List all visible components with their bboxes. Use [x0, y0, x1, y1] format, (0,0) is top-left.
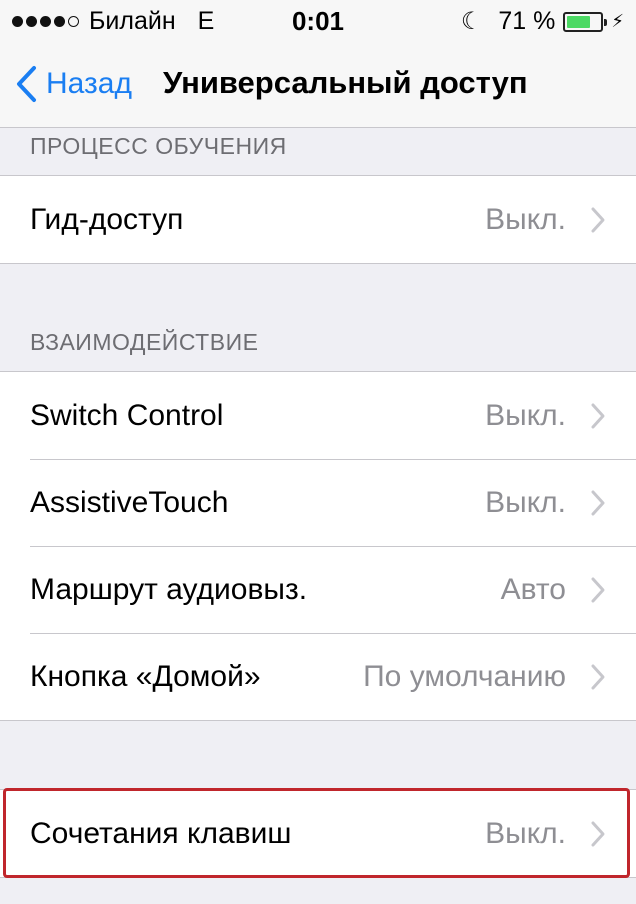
navigation-bar: Назад Универсальный доступ — [0, 42, 636, 128]
group-shortcuts: Сочетания клавиш Выкл. — [0, 789, 636, 878]
chevron-left-icon — [17, 66, 36, 102]
settings-row-call-audio-routing[interactable]: Маршрут аудиовыз. Авто — [0, 546, 636, 633]
status-right: ☾ 71 % ⚡ — [461, 7, 624, 36]
row-label: Кнопка «Домой» — [30, 659, 261, 693]
charging-bolt-icon: ⚡ — [611, 11, 624, 31]
battery-icon — [563, 11, 608, 32]
row-label: Switch Control — [30, 398, 224, 432]
chevron-right-icon — [591, 490, 605, 515]
row-label: Маршрут аудиовыз. — [30, 572, 308, 606]
row-value: Авто — [500, 572, 566, 606]
back-button-label: Назад — [46, 67, 132, 100]
section-header-learning: ПРОЦЕСС ОБУЧЕНИЯ — [30, 133, 287, 159]
chevron-right-icon — [591, 821, 605, 846]
chevron-right-icon — [591, 403, 605, 428]
settings-row-keyboard-shortcuts[interactable]: Сочетания клавиш Выкл. — [0, 790, 636, 877]
group-learning: Гид-доступ Выкл. — [0, 175, 636, 264]
row-value: Выкл. — [485, 485, 566, 519]
settings-row-guided-access[interactable]: Гид-доступ Выкл. — [0, 176, 636, 263]
row-value: Выкл. — [485, 398, 566, 432]
row-value: Выкл. — [485, 202, 566, 236]
settings-row-assistivetouch[interactable]: AssistiveTouch Выкл. — [0, 459, 636, 546]
settings-row-switch-control[interactable]: Switch Control Выкл. — [0, 372, 636, 459]
moon-icon: ☾ — [460, 8, 483, 35]
battery-percent: 71 % — [498, 7, 556, 35]
settings-row-home-button[interactable]: Кнопка «Домой» По умолчанию — [0, 633, 636, 720]
page-title: Универсальный доступ — [163, 65, 528, 100]
row-value: По умолчанию — [363, 659, 566, 693]
back-button[interactable]: Назад — [14, 64, 132, 104]
row-label: Гид-доступ — [30, 202, 184, 236]
section-header-interaction: ВЗАИМОДЕЙСТВИЕ — [30, 329, 259, 355]
chevron-right-icon — [591, 664, 605, 689]
row-label: AssistiveTouch — [30, 485, 229, 519]
row-value: Выкл. — [485, 816, 566, 850]
group-interaction: Switch Control Выкл. AssistiveTouch Выкл… — [0, 371, 636, 721]
row-label: Сочетания клавиш — [30, 816, 292, 850]
status-bar: Билайн E 0:01 ☾ 71 % ⚡ — [0, 0, 636, 42]
chevron-right-icon — [591, 577, 605, 602]
chevron-right-icon — [591, 207, 605, 232]
